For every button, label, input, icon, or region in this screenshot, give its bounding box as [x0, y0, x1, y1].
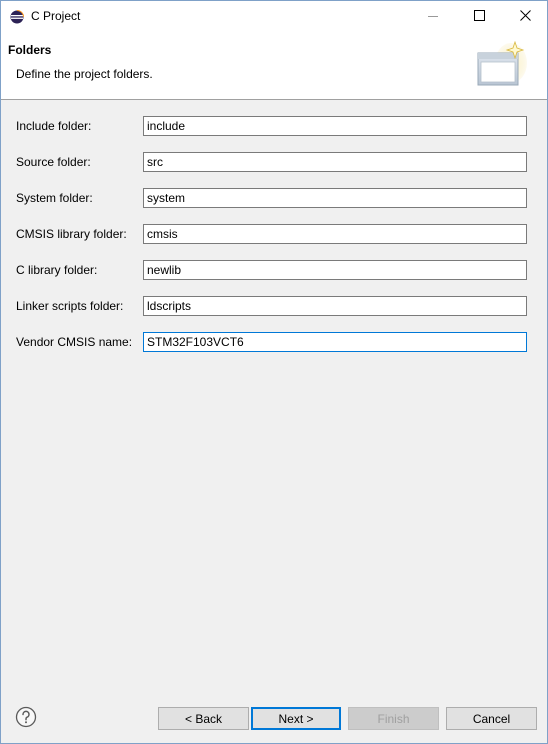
minimize-button[interactable]	[410, 1, 456, 33]
window-title: C Project	[31, 9, 81, 23]
system-folder-input[interactable]	[143, 188, 527, 208]
system-folder-label: System folder:	[16, 191, 93, 205]
page-title: Folders	[8, 43, 52, 57]
eclipse-icon	[10, 10, 24, 24]
c-library-folder-row: C library folder:	[1, 260, 547, 282]
include-folder-row: Include folder:	[1, 116, 547, 138]
maximize-icon	[473, 10, 485, 24]
include-folder-label: Include folder:	[16, 119, 92, 133]
source-folder-label: Source folder:	[16, 155, 91, 169]
wizard-banner-icon	[475, 40, 529, 93]
wizard-header: Folders Define the project folders.	[1, 33, 547, 100]
c-library-folder-label: C library folder:	[16, 263, 98, 277]
vendor-cmsis-name-input[interactable]	[143, 332, 527, 352]
finish-button[interactable]: Finish	[348, 707, 439, 730]
include-folder-input[interactable]	[143, 116, 527, 136]
source-folder-row: Source folder:	[1, 152, 547, 174]
cmsis-library-folder-row: CMSIS library folder:	[1, 224, 547, 246]
close-icon	[519, 10, 531, 24]
close-button[interactable]	[502, 1, 547, 33]
minimize-icon	[428, 10, 438, 24]
linker-scripts-folder-row: Linker scripts folder:	[1, 296, 547, 318]
back-button[interactable]: < Back	[158, 707, 249, 730]
cmsis-library-folder-input[interactable]	[143, 224, 527, 244]
c-library-folder-input[interactable]	[143, 260, 527, 280]
maximize-button[interactable]	[456, 1, 502, 33]
cmsis-library-folder-label: CMSIS library folder:	[16, 227, 127, 241]
title-bar: C Project	[1, 1, 547, 33]
c-project-dialog: C Project Folders Define the project fol…	[0, 0, 548, 744]
vendor-cmsis-name-row: Vendor CMSIS name:	[1, 332, 547, 354]
next-button[interactable]: Next >	[251, 707, 341, 730]
folders-form: Include folder: Source folder: System fo…	[1, 100, 547, 700]
help-icon[interactable]	[15, 706, 37, 728]
linker-scripts-folder-input[interactable]	[143, 296, 527, 316]
linker-scripts-folder-label: Linker scripts folder:	[16, 299, 124, 313]
system-folder-row: System folder:	[1, 188, 547, 210]
page-description: Define the project folders.	[16, 67, 153, 81]
vendor-cmsis-name-label: Vendor CMSIS name:	[16, 335, 133, 349]
source-folder-input[interactable]	[143, 152, 527, 172]
cancel-button[interactable]: Cancel	[446, 707, 537, 730]
